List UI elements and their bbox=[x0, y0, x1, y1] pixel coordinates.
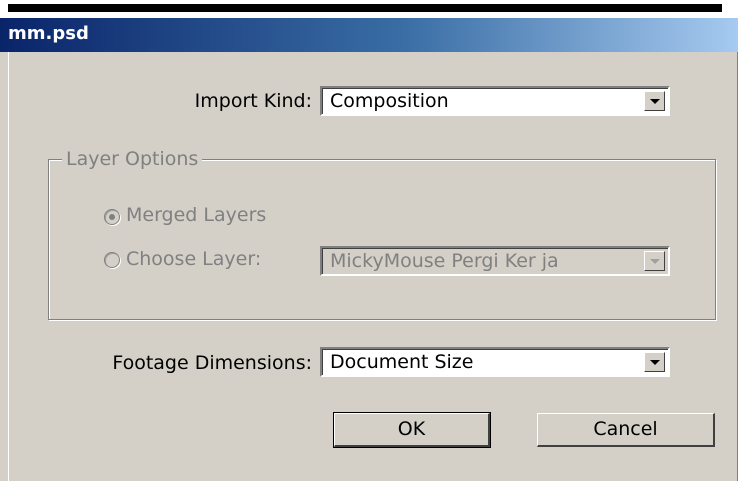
import-kind-dropdown[interactable]: Composition bbox=[320, 86, 670, 116]
top-strip bbox=[0, 0, 738, 18]
choose-layer-radio[interactable] bbox=[104, 252, 120, 268]
left-edge bbox=[0, 52, 9, 481]
import-kind-dropdown-button[interactable] bbox=[644, 91, 665, 111]
dialog-window: mm.psd Import Kind: Composition Layer Op… bbox=[0, 18, 738, 481]
cancel-button[interactable]: Cancel bbox=[537, 413, 715, 447]
choose-layer-dropdown[interactable]: MickyMouse Pergi Ker ja bbox=[320, 246, 670, 276]
footage-dimensions-label: Footage Dimensions: bbox=[112, 352, 312, 374]
import-kind-label: Import Kind: bbox=[194, 90, 312, 112]
choose-layer-value: MickyMouse Pergi Ker ja bbox=[330, 250, 559, 272]
top-black-bar bbox=[8, 4, 722, 12]
footage-dimensions-value: Document Size bbox=[330, 351, 474, 373]
footage-dimensions-dropdown[interactable]: Document Size bbox=[320, 347, 670, 377]
title-bar[interactable]: mm.psd bbox=[0, 18, 738, 52]
layer-options-group bbox=[48, 159, 716, 320]
choose-layer-dropdown-button[interactable] bbox=[644, 251, 665, 271]
chevron-down-icon bbox=[650, 360, 660, 365]
chevron-down-icon bbox=[650, 259, 660, 264]
merged-layers-radio[interactable] bbox=[104, 209, 120, 225]
footage-dimensions-dropdown-button[interactable] bbox=[644, 352, 665, 372]
choose-layer-label: Choose Layer: bbox=[126, 248, 262, 270]
radio-selected-dot-icon bbox=[109, 214, 115, 220]
layer-options-title: Layer Options bbox=[62, 148, 203, 170]
chevron-down-icon bbox=[650, 99, 660, 104]
merged-layers-label: Merged Layers bbox=[126, 204, 267, 226]
ok-button[interactable]: OK bbox=[333, 412, 491, 448]
window-title: mm.psd bbox=[8, 23, 89, 44]
import-kind-value: Composition bbox=[330, 90, 449, 112]
